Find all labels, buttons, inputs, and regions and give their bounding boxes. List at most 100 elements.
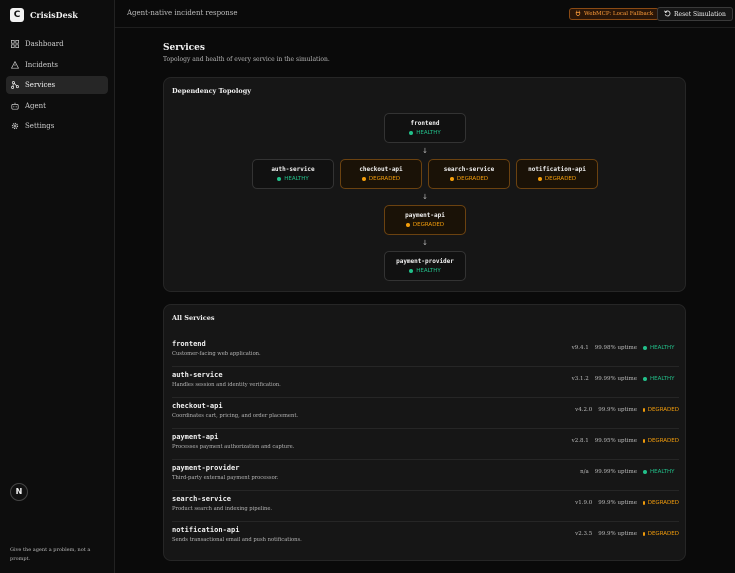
node-status: HEALTHY [385,130,465,136]
service-version: v4.2.0 [575,407,593,413]
node-status: DEGRADED [429,176,509,182]
status-label: HEALTHY [650,376,675,382]
node-status: DEGRADED [385,222,465,228]
service-row-search-service[interactable]: search-service Product search and indexi… [172,491,679,522]
topology-node-notification-api[interactable]: notification-api DEGRADED [516,159,598,189]
topology-node-payment-provider[interactable]: payment-provider HEALTHY [384,251,466,281]
node-status-label: HEALTHY [284,176,309,182]
status-dot [643,377,647,381]
node-status-label: HEALTHY [416,268,441,274]
service-meta: v1.9.0 99.9% uptime DEGRADED [575,500,679,506]
sidebar-item-label: Dashboard [25,40,64,48]
status-label: HEALTHY [650,345,675,351]
service-description: Processes payment authorization and capt… [172,444,295,450]
status-badge: HEALTHY [643,469,679,475]
status-dot [643,408,645,412]
node-status: DEGRADED [341,176,421,182]
gear-icon [11,122,19,130]
sidebar-item-incidents[interactable]: Incidents [6,56,108,74]
status-badge: DEGRADED [643,500,679,506]
service-name: payment-api [172,433,219,441]
webmcp-label: WebMCP: Local Fallback [584,11,654,17]
brand-name: CrisisDesk [30,10,78,20]
status-dot [277,177,282,181]
service-uptime: 99.9% uptime [598,500,637,506]
service-description: Coordinates cart, pricing, and order pla… [172,413,299,419]
node-name: frontend [410,120,440,127]
service-row-auth-service[interactable]: auth-service Handles session and identit… [172,367,679,398]
node-name: auth-service [271,166,315,173]
service-name: frontend [172,340,206,348]
rotate-ccw-icon [664,10,671,19]
sidebar-item-label: Services [25,81,56,89]
status-dot [361,177,366,181]
service-row-notification-api[interactable]: notification-api Sends transactional ema… [172,522,679,553]
service-version: n/a [580,469,589,475]
topbar-title: Agent-native incident response [127,9,238,17]
alert-triangle-icon [11,60,19,69]
service-version: v3.1.2 [571,376,589,382]
brand[interactable]: C CrisisDesk [10,8,78,22]
status-badge: HEALTHY [643,345,679,351]
node-name: search-service [443,166,495,173]
service-uptime: 99.9% uptime [598,407,637,413]
reset-simulation-button[interactable]: Reset Simulation [657,7,733,21]
service-row-frontend[interactable]: frontend Customer-facing web application… [172,336,679,367]
service-meta: v2.8.1 99.95% uptime DEGRADED [572,438,679,444]
service-uptime: 99.9% uptime [598,531,637,537]
sidebar: C CrisisDesk Dashboard Incidents Service… [0,0,115,573]
card-title: Dependency Topology [172,87,252,95]
sidebar-item-label: Settings [25,122,55,130]
node-status: HEALTHY [253,176,333,182]
service-row-payment-api[interactable]: payment-api Processes payment authorizat… [172,429,679,460]
node-status-label: DEGRADED [456,176,489,182]
service-row-payment-provider[interactable]: payment-provider Third-party external pa… [172,460,679,491]
dependency-topology-card: Dependency Topology frontend HEALTHY ↓ a… [163,77,686,292]
card-title: All Services [172,314,215,322]
node-status: DEGRADED [517,176,597,182]
arrow-down-icon: ↓ [422,147,428,155]
app-logo: C [10,8,24,22]
dashboard-icon [11,40,19,48]
node-status-label: HEALTHY [416,130,441,136]
service-row-checkout-api[interactable]: checkout-api Coordinates cart, pricing, … [172,398,679,429]
status-label: DEGRADED [647,407,679,413]
service-name: checkout-api [172,402,223,410]
status-dot [409,131,414,135]
status-dot [643,470,647,474]
service-uptime: 99.99% uptime [594,469,637,475]
n-badge[interactable]: N [10,483,28,501]
status-badge: DEGRADED [643,531,679,537]
sidebar-item-settings[interactable]: Settings [6,117,108,135]
topology-node-payment-api[interactable]: payment-api DEGRADED [384,205,466,235]
service-description: Handles session and identity verificatio… [172,382,281,388]
status-label: DEGRADED [647,438,679,444]
service-meta: v3.1.2 99.99% uptime HEALTHY [572,376,679,382]
topology-node-search-service[interactable]: search-service DEGRADED [428,159,510,189]
webmcp-badge[interactable]: WebMCP: Local Fallback [569,8,660,20]
status-label: DEGRADED [647,531,679,537]
reset-label: Reset Simulation [674,10,726,18]
sidebar-nav: Dashboard Incidents Services Agent Setti… [6,35,108,138]
service-version: v9.4.1 [571,345,589,351]
service-description: Third-party external payment processor. [172,475,279,481]
plug-icon [575,10,581,18]
topology-node-frontend[interactable]: frontend HEALTHY [384,113,466,143]
sidebar-item-dashboard[interactable]: Dashboard [6,35,108,53]
sidebar-item-services[interactable]: Services [6,76,108,94]
sidebar-item-label: Incidents [25,60,58,69]
page-title: Services [163,43,205,53]
node-name: payment-api [405,212,445,219]
service-uptime: 99.95% uptime [594,438,637,444]
topology-node-checkout-api[interactable]: checkout-api DEGRADED [340,159,422,189]
status-dot [643,532,645,536]
status-dot [643,501,645,505]
page-subtitle: Topology and health of every service in … [163,56,330,63]
sidebar-item-agent[interactable]: Agent [6,97,108,115]
node-status-label: DEGRADED [544,176,577,182]
arrow-down-icon: ↓ [422,193,428,201]
service-name: payment-provider [172,464,240,472]
service-uptime: 99.98% uptime [594,345,637,351]
topology-node-auth-service[interactable]: auth-service HEALTHY [252,159,334,189]
service-description: Product search and indexing pipeline. [172,506,273,512]
